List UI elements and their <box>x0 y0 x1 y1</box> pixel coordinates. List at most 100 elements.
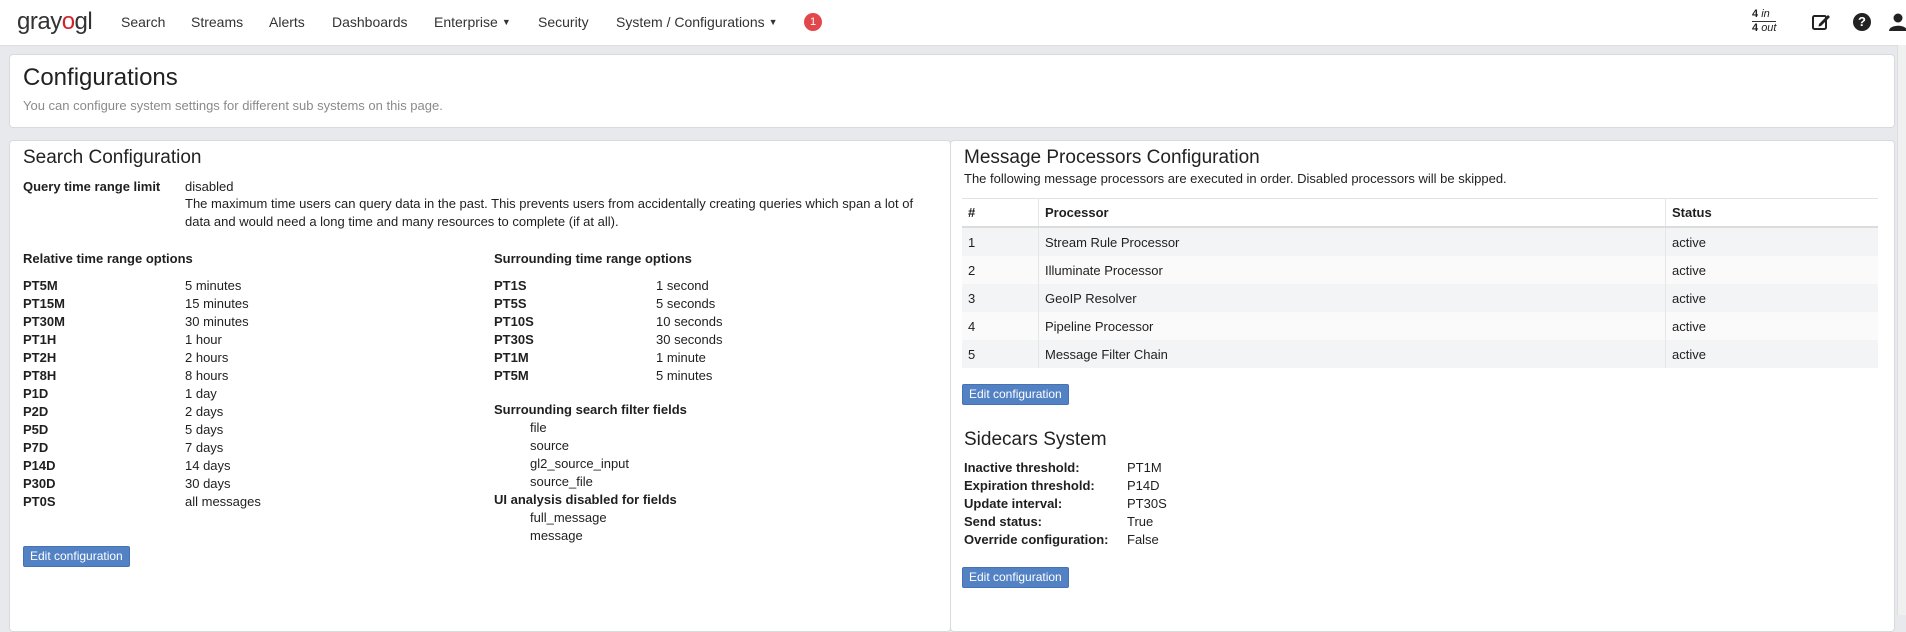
processor-status-cell: active <box>1665 284 1878 312</box>
surrounding-option-value: 5 minutes <box>656 368 713 383</box>
logo-text-g: g <box>74 8 88 35</box>
processors-subtitle: The following message processors are exe… <box>964 171 1507 186</box>
nav-enterprise[interactable]: Enterprise ▼ <box>434 14 511 30</box>
query-limit-value: disabled <box>185 179 234 194</box>
filter-field-key: source <box>530 438 570 453</box>
logo-text-o: o <box>61 8 75 35</box>
processor-order-cell: 2 <box>962 256 1039 284</box>
sidecars-title: Sidecars System <box>964 429 1107 450</box>
query-limit-label: Query time range limit <box>23 179 161 194</box>
nav-security[interactable]: Security <box>538 14 589 30</box>
relative-option-key: PT15M <box>23 296 65 311</box>
throughput-out-value: 4 <box>1752 22 1759 34</box>
relative-option-key: PT30M <box>23 314 65 329</box>
surrounding-option-value: 5 seconds <box>656 296 716 311</box>
processor-status-cell: active <box>1665 256 1878 284</box>
page-title: Configurations <box>23 64 178 91</box>
surrounding-option-key: PT5S <box>494 296 527 311</box>
processors-table: # Processor Status 1 Stream Rule Processo… <box>962 198 1878 368</box>
nav-enterprise-label: Enterprise <box>434 14 498 30</box>
processor-name-cell: GeoIP Resolver <box>1038 284 1666 312</box>
processor-order-cell: 3 <box>962 284 1039 312</box>
surrounding-option-key: PT5M <box>494 368 529 383</box>
processors-title: Message Processors Configuration <box>964 147 1260 168</box>
processor-name-cell: Stream Rule Processor <box>1038 227 1666 256</box>
table-header-row: # Processor Status <box>962 198 1878 228</box>
throughput-out: 4 out <box>1752 22 1776 35</box>
col-number: # <box>962 198 1039 228</box>
sidecar-setting-key: Override configuration: <box>964 532 1109 547</box>
surrounding-option-key: PT30S <box>494 332 534 347</box>
filter-field-key: gl2_source_input <box>530 456 630 471</box>
relative-option-key: PT1H <box>23 332 57 347</box>
notification-badge[interactable]: 1 <box>804 13 822 31</box>
relative-option-value: 30 minutes <box>185 314 249 329</box>
processors-edit-configuration-button[interactable]: Edit configuration <box>962 384 1069 405</box>
processor-order-cell: 5 <box>962 340 1039 368</box>
processor-name-cell: Message Filter Chain <box>1038 340 1666 368</box>
table-row: 2 Illuminate Processor active <box>962 256 1878 284</box>
surrounding-option-value: 10 seconds <box>656 314 723 329</box>
caret-down-icon: ▼ <box>768 17 778 27</box>
nav-streams[interactable]: Streams <box>191 14 243 30</box>
sidecar-setting-key: Send status: <box>964 514 1043 529</box>
nav-search[interactable]: Search <box>121 14 165 30</box>
sidecar-setting-key: Update interval: <box>964 496 1063 511</box>
ui-disabled-field-key: full_message <box>530 510 607 525</box>
throughput-indicator[interactable]: 4 in 4 out <box>1752 8 1777 35</box>
query-limit-description: The maximum time users can query data in… <box>185 196 914 229</box>
ui-disabled-field-key: message <box>530 528 583 543</box>
relative-options-title: Relative time range options <box>23 251 193 266</box>
relative-option-value: 7 days <box>185 440 224 455</box>
table-row: 5 Message Filter Chain active <box>962 340 1878 368</box>
nav-system[interactable]: System / Configurations ▼ <box>616 14 778 30</box>
page-header-panel <box>9 54 1895 128</box>
nav-alerts[interactable]: Alerts <box>269 14 305 30</box>
processor-status-cell: active <box>1665 340 1878 368</box>
relative-option-value: 5 days <box>185 422 224 437</box>
filter-field-key: source_file <box>530 474 593 489</box>
sidecars-edit-configuration-button[interactable]: Edit configuration <box>962 567 1069 588</box>
relative-option-key: PT5M <box>23 278 58 293</box>
graylog-logo[interactable]: grayogl <box>17 8 93 36</box>
table-row: 4 Pipeline Processor active <box>962 312 1878 340</box>
sidecar-setting-value: PT1M <box>1127 460 1162 475</box>
col-status: Status <box>1665 198 1878 228</box>
relative-option-value: 5 minutes <box>185 278 242 293</box>
table-row: 1 Stream Rule Processor active <box>962 227 1878 256</box>
help-icon[interactable]: ? <box>1853 13 1871 31</box>
edit-icon[interactable] <box>1811 12 1831 32</box>
surrounding-option-key: PT10S <box>494 314 534 329</box>
page-scrollbar[interactable] <box>1897 45 1906 615</box>
processor-status-cell: active <box>1665 227 1878 256</box>
relative-option-key: PT2H <box>23 350 57 365</box>
relative-option-key: PT8H <box>23 368 57 383</box>
col-processor: Processor <box>1038 198 1666 228</box>
relative-option-key: P1D <box>23 386 49 401</box>
user-icon[interactable] <box>1888 12 1906 32</box>
relative-option-value: all messages <box>185 494 261 509</box>
relative-option-value: 1 day <box>185 386 217 401</box>
surrounding-options-title: Surrounding time range options <box>494 251 692 266</box>
relative-option-value: 2 hours <box>185 350 229 365</box>
search-edit-configuration-button[interactable]: Edit configuration <box>23 546 130 567</box>
relative-option-value: 14 days <box>185 458 231 473</box>
sidecar-setting-value: True <box>1127 514 1154 529</box>
processor-order-cell: 1 <box>962 227 1039 256</box>
throughput-in-value: 4 <box>1752 8 1759 20</box>
ui-disabled-title: UI analysis disabled for fields <box>494 492 677 507</box>
nav-system-label: System / Configurations <box>616 14 765 30</box>
nav-dashboards[interactable]: Dashboards <box>332 14 408 30</box>
relative-option-key: PT0S <box>23 494 56 509</box>
surrounding-option-key: PT1M <box>494 350 529 365</box>
surrounding-option-key: PT1S <box>494 278 527 293</box>
surrounding-option-value: 30 seconds <box>656 332 723 347</box>
relative-option-value: 8 hours <box>185 368 229 383</box>
top-navbar: grayogl Search Streams Alerts Dashboards… <box>0 0 1906 46</box>
relative-option-value: 15 minutes <box>185 296 249 311</box>
surrounding-option-value: 1 minute <box>656 350 706 365</box>
filter-fields-title: Surrounding search filter fields <box>494 402 687 417</box>
processor-order-cell: 4 <box>962 312 1039 340</box>
logo-text-l: l <box>87 8 93 35</box>
logo-text-gray: gray <box>17 8 62 35</box>
